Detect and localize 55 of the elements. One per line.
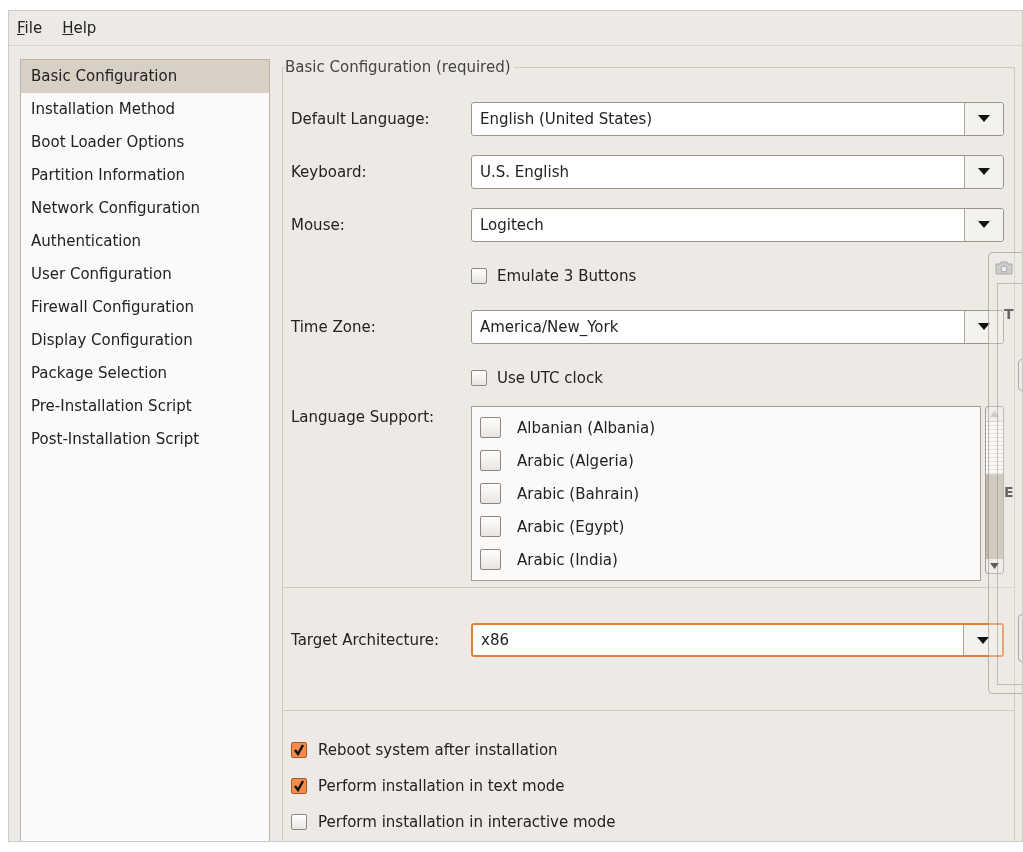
- list-checkbox[interactable]: Albanian (Albania): [472, 411, 980, 444]
- sidebar-item[interactable]: Partition Information: [21, 159, 269, 192]
- field-label: Language Support:: [291, 408, 436, 426]
- caret-icon: [978, 323, 990, 330]
- checkbox[interactable]: Perform installation in interactive mode: [291, 813, 1004, 831]
- partial-text: T: [1004, 306, 1014, 322]
- list-checkbox[interactable]: Arabic (Egypt): [472, 510, 980, 543]
- checkbox[interactable]: Emulate 3 Buttons: [471, 266, 637, 285]
- checkbox-box[interactable]: [480, 516, 501, 537]
- list-checkbox[interactable]: Arabic (India): [472, 543, 980, 576]
- checkbox-box[interactable]: [480, 417, 501, 438]
- sidebar-item[interactable]: User Configuration: [21, 258, 269, 291]
- scroll-down-icon[interactable]: [990, 563, 999, 569]
- sidebar-item[interactable]: Display Configuration: [21, 324, 269, 357]
- field-label: Time Zone:: [291, 317, 377, 336]
- checkbox-box[interactable]: [480, 450, 501, 471]
- sidebar-item[interactable]: Basic Configuration: [21, 60, 269, 93]
- partial-text: E: [1004, 484, 1014, 500]
- sidebar-item[interactable]: Boot Loader Options: [21, 126, 269, 159]
- checkbox-box[interactable]: [471, 369, 487, 386]
- menu-item[interactable]: Help: [62, 19, 97, 37]
- caret-icon: [978, 221, 990, 228]
- sidebar-item[interactable]: Network Configuration: [21, 192, 269, 225]
- caret-icon: [977, 636, 989, 644]
- sidebar-item[interactable]: Pre-Installation Script: [21, 390, 269, 423]
- sidebar-item[interactable]: Package Selection: [21, 357, 269, 390]
- caret-icon: [978, 115, 990, 122]
- checkbox[interactable]: Perform installation in text mode: [291, 777, 1004, 795]
- dropdown[interactable]: U.S. English: [471, 154, 1004, 189]
- field-label: Default Language:: [291, 109, 431, 128]
- checkbox-box[interactable]: [291, 742, 307, 758]
- scroll-up-icon[interactable]: [990, 411, 999, 417]
- list-checkbox[interactable]: Arabic (Algeria): [472, 444, 980, 477]
- menu-item[interactable]: File: [17, 19, 43, 37]
- sidebar-item[interactable]: Post-Installation Script: [21, 423, 269, 456]
- list-checkbox[interactable]: Arabic (Bahrain): [472, 477, 980, 510]
- checkbox-box[interactable]: [471, 267, 487, 284]
- dropdown[interactable]: English (United States): [471, 101, 1004, 136]
- group-title: Basic Configuration (required): [285, 58, 514, 76]
- sidebar-item[interactable]: Authentication: [21, 225, 269, 258]
- dropdown[interactable]: Logitech: [471, 207, 1004, 242]
- sidebar-item[interactable]: Installation Method: [21, 93, 269, 126]
- field-label: Keyboard:: [291, 162, 368, 181]
- checkbox[interactable]: Reboot system after installation: [291, 741, 1004, 759]
- checkbox-box[interactable]: [480, 549, 501, 570]
- field-label: Mouse:: [291, 215, 346, 234]
- combo-entry[interactable]: x86: [471, 623, 1004, 657]
- checkbox[interactable]: Use UTC clock: [471, 368, 603, 387]
- dropdown[interactable]: America/New_York: [471, 309, 1004, 344]
- field-label: Target Architecture:: [291, 631, 441, 649]
- checkbox-box[interactable]: [480, 483, 501, 504]
- sidebar-item[interactable]: Firewall Configuration: [21, 291, 269, 324]
- checkbox-box[interactable]: [291, 814, 307, 830]
- caret-icon: [978, 168, 990, 175]
- checkbox-box[interactable]: [291, 778, 307, 794]
